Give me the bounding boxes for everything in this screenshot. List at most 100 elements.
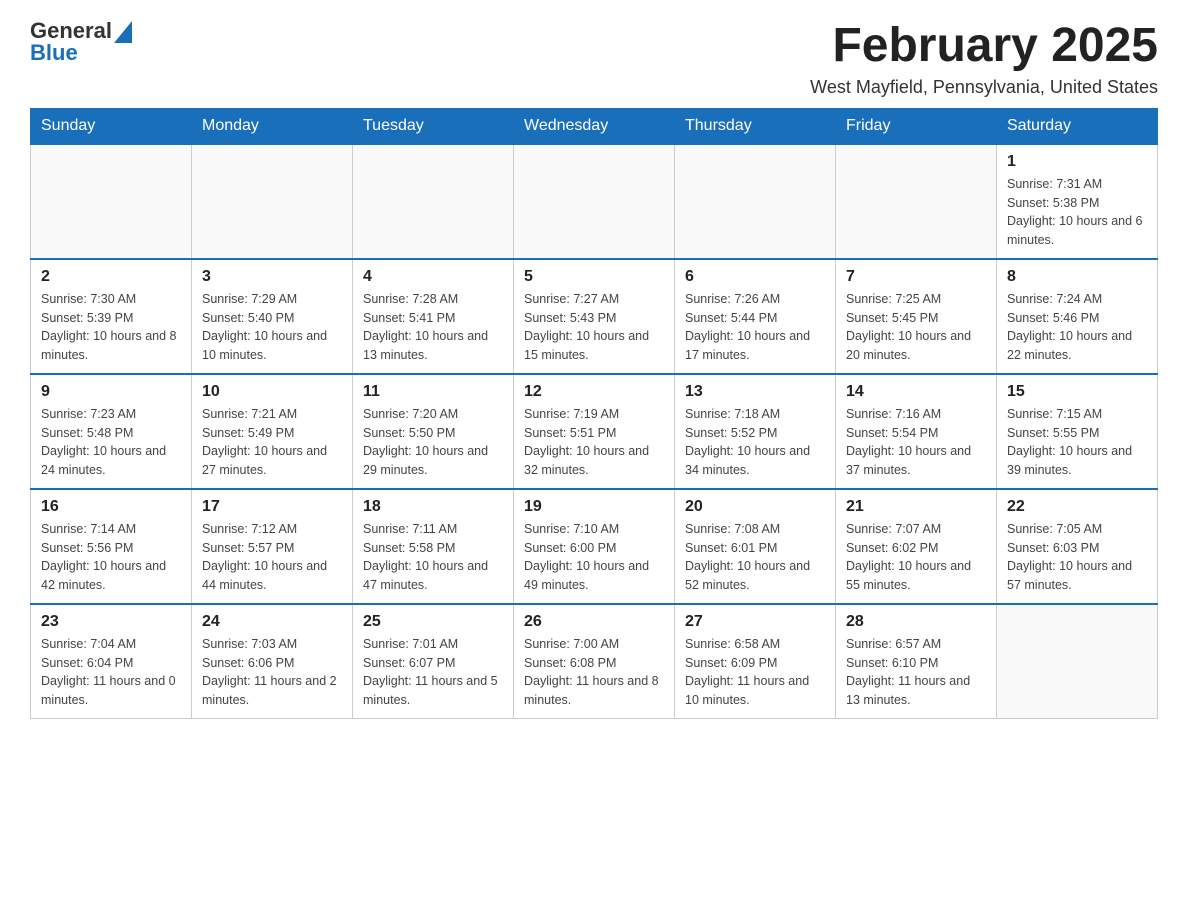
calendar-cell: 13 Sunrise: 7:18 AMSunset: 5:52 PMDayligh… — [675, 374, 836, 489]
day-number: 26 — [524, 613, 664, 631]
day-info: Sunrise: 7:14 AMSunset: 5:56 PMDaylight:… — [41, 520, 181, 595]
calendar-cell: 23 Sunrise: 7:04 AMSunset: 6:04 PMDayligh… — [31, 604, 192, 719]
day-info: Sunrise: 7:29 AMSunset: 5:40 PMDaylight:… — [202, 290, 342, 365]
calendar-cell: 16 Sunrise: 7:14 AMSunset: 5:56 PMDayligh… — [31, 489, 192, 604]
day-number: 13 — [685, 383, 825, 401]
calendar-week-row: 9 Sunrise: 7:23 AMSunset: 5:48 PMDaylight… — [31, 374, 1158, 489]
day-info: Sunrise: 7:28 AMSunset: 5:41 PMDaylight:… — [363, 290, 503, 365]
day-info: Sunrise: 7:23 AMSunset: 5:48 PMDaylight:… — [41, 405, 181, 480]
day-number: 21 — [846, 498, 986, 516]
logo: General Blue — [30, 20, 132, 64]
day-info: Sunrise: 7:04 AMSunset: 6:04 PMDaylight:… — [41, 635, 181, 710]
calendar-cell — [192, 144, 353, 259]
calendar-cell: 21Sunrise: 7:07 AMSunset: 6:02 PMDayligh… — [836, 489, 997, 604]
day-info: Sunrise: 7:24 AMSunset: 5:46 PMDaylight:… — [1007, 290, 1147, 365]
calendar-cell: 8 Sunrise: 7:24 AMSunset: 5:46 PMDaylight… — [997, 259, 1158, 374]
calendar-header-sunday: Sunday — [31, 108, 192, 144]
day-number: 23 — [41, 613, 181, 631]
calendar-header-friday: Friday — [836, 108, 997, 144]
calendar-cell: 19 Sunrise: 7:10 AMSunset: 6:00 PMDayligh… — [514, 489, 675, 604]
day-number: 25 — [363, 613, 503, 631]
day-info: Sunrise: 7:31 AMSunset: 5:38 PMDaylight:… — [1007, 175, 1147, 250]
day-info: Sunrise: 7:03 AMSunset: 6:06 PMDaylight:… — [202, 635, 342, 710]
day-info: Sunrise: 7:20 AMSunset: 5:50 PMDaylight:… — [363, 405, 503, 480]
day-info: Sunrise: 7:25 AMSunset: 5:45 PMDaylight:… — [846, 290, 986, 365]
calendar-subtitle: West Mayfield, Pennsylvania, United Stat… — [810, 77, 1158, 98]
day-info: Sunrise: 7:18 AMSunset: 5:52 PMDaylight:… — [685, 405, 825, 480]
day-info: Sunrise: 7:08 AMSunset: 6:01 PMDaylight:… — [685, 520, 825, 595]
calendar-week-row: 23 Sunrise: 7:04 AMSunset: 6:04 PMDayligh… — [31, 604, 1158, 719]
calendar-header-monday: Monday — [192, 108, 353, 144]
calendar-cell: 7 Sunrise: 7:25 AMSunset: 5:45 PMDaylight… — [836, 259, 997, 374]
page-header: General Blue February 2025 West Mayfield… — [30, 20, 1158, 98]
day-info: Sunrise: 7:12 AMSunset: 5:57 PMDaylight:… — [202, 520, 342, 595]
calendar-cell: 3 Sunrise: 7:29 AMSunset: 5:40 PMDaylight… — [192, 259, 353, 374]
day-number: 18 — [363, 498, 503, 516]
calendar-cell: 28 Sunrise: 6:57 AMSunset: 6:10 PMDayligh… — [836, 604, 997, 719]
logo-text-general: General — [30, 20, 112, 42]
calendar-cell: 20 Sunrise: 7:08 AMSunset: 6:01 PMDayligh… — [675, 489, 836, 604]
day-number: 2 — [41, 268, 181, 286]
day-number: 15 — [1007, 383, 1147, 401]
day-info: Sunrise: 7:10 AMSunset: 6:00 PMDaylight:… — [524, 520, 664, 595]
calendar-cell: 22Sunrise: 7:05 AMSunset: 6:03 PMDayligh… — [997, 489, 1158, 604]
day-info: Sunrise: 7:15 AMSunset: 5:55 PMDaylight:… — [1007, 405, 1147, 480]
day-number: 28 — [846, 613, 986, 631]
calendar-cell: 15 Sunrise: 7:15 AMSunset: 5:55 PMDayligh… — [997, 374, 1158, 489]
day-number: 14 — [846, 383, 986, 401]
calendar-cell: 27Sunrise: 6:58 AMSunset: 6:09 PMDayligh… — [675, 604, 836, 719]
day-number: 12 — [524, 383, 664, 401]
day-number: 1 — [1007, 153, 1147, 171]
calendar-cell: 2 Sunrise: 7:30 AMSunset: 5:39 PMDaylight… — [31, 259, 192, 374]
day-number: 9 — [41, 383, 181, 401]
day-number: 4 — [363, 268, 503, 286]
calendar-cell: 18Sunrise: 7:11 AMSunset: 5:58 PMDayligh… — [353, 489, 514, 604]
calendar-table: SundayMondayTuesdayWednesdayThursdayFrid… — [30, 108, 1158, 719]
calendar-cell: 11 Sunrise: 7:20 AMSunset: 5:50 PMDayligh… — [353, 374, 514, 489]
calendar-week-row: 1 Sunrise: 7:31 AMSunset: 5:38 PMDaylight… — [31, 144, 1158, 259]
calendar-cell — [675, 144, 836, 259]
logo-text-blue: Blue — [30, 42, 78, 64]
calendar-cell: 25 Sunrise: 7:01 AMSunset: 6:07 PMDayligh… — [353, 604, 514, 719]
calendar-cell — [31, 144, 192, 259]
calendar-cell: 6 Sunrise: 7:26 AMSunset: 5:44 PMDaylight… — [675, 259, 836, 374]
day-info: Sunrise: 7:27 AMSunset: 5:43 PMDaylight:… — [524, 290, 664, 365]
calendar-cell — [514, 144, 675, 259]
calendar-header-wednesday: Wednesday — [514, 108, 675, 144]
day-number: 16 — [41, 498, 181, 516]
calendar-cell: 10Sunrise: 7:21 AMSunset: 5:49 PMDayligh… — [192, 374, 353, 489]
calendar-cell — [997, 604, 1158, 719]
day-info: Sunrise: 7:16 AMSunset: 5:54 PMDaylight:… — [846, 405, 986, 480]
calendar-cell: 9 Sunrise: 7:23 AMSunset: 5:48 PMDaylight… — [31, 374, 192, 489]
day-info: Sunrise: 6:57 AMSunset: 6:10 PMDaylight:… — [846, 635, 986, 710]
calendar-cell: 17 Sunrise: 7:12 AMSunset: 5:57 PMDayligh… — [192, 489, 353, 604]
title-block: February 2025 West Mayfield, Pennsylvani… — [810, 20, 1158, 98]
logo-triangle-icon — [114, 21, 132, 43]
calendar-cell: 5 Sunrise: 7:27 AMSunset: 5:43 PMDaylight… — [514, 259, 675, 374]
calendar-cell — [353, 144, 514, 259]
day-number: 24 — [202, 613, 342, 631]
day-info: Sunrise: 7:05 AMSunset: 6:03 PMDaylight:… — [1007, 520, 1147, 595]
day-number: 8 — [1007, 268, 1147, 286]
day-number: 11 — [363, 383, 503, 401]
day-info: Sunrise: 7:30 AMSunset: 5:39 PMDaylight:… — [41, 290, 181, 365]
calendar-cell: 4 Sunrise: 7:28 AMSunset: 5:41 PMDaylight… — [353, 259, 514, 374]
day-number: 7 — [846, 268, 986, 286]
day-number: 20 — [685, 498, 825, 516]
calendar-header-tuesday: Tuesday — [353, 108, 514, 144]
calendar-cell: 1 Sunrise: 7:31 AMSunset: 5:38 PMDaylight… — [997, 144, 1158, 259]
calendar-cell: 26 Sunrise: 7:00 AMSunset: 6:08 PMDayligh… — [514, 604, 675, 719]
day-info: Sunrise: 7:26 AMSunset: 5:44 PMDaylight:… — [685, 290, 825, 365]
day-number: 3 — [202, 268, 342, 286]
day-info: Sunrise: 7:19 AMSunset: 5:51 PMDaylight:… — [524, 405, 664, 480]
day-number: 6 — [685, 268, 825, 286]
day-info: Sunrise: 6:58 AMSunset: 6:09 PMDaylight:… — [685, 635, 825, 710]
calendar-header-thursday: Thursday — [675, 108, 836, 144]
day-info: Sunrise: 7:01 AMSunset: 6:07 PMDaylight:… — [363, 635, 503, 710]
calendar-cell: 14 Sunrise: 7:16 AMSunset: 5:54 PMDayligh… — [836, 374, 997, 489]
day-number: 17 — [202, 498, 342, 516]
day-number: 19 — [524, 498, 664, 516]
calendar-header-row: SundayMondayTuesdayWednesdayThursdayFrid… — [31, 108, 1158, 144]
day-number: 5 — [524, 268, 664, 286]
day-info: Sunrise: 7:00 AMSunset: 6:08 PMDaylight:… — [524, 635, 664, 710]
